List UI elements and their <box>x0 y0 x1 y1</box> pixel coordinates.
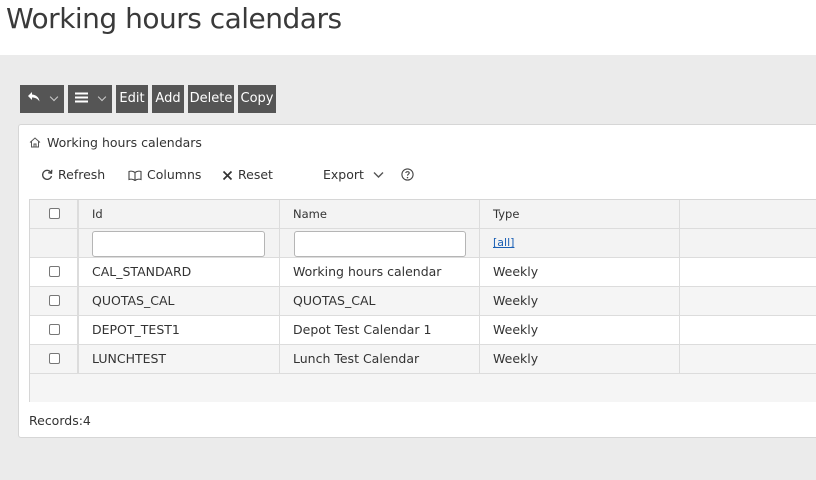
cell-name: Depot Test Calendar 1 <box>280 316 480 344</box>
home-icon[interactable] <box>29 135 41 150</box>
filter-cell-spacer <box>680 229 816 257</box>
column-header-name[interactable]: Name <box>280 200 480 228</box>
cell-spacer <box>680 345 816 373</box>
columns-label: Columns <box>147 167 202 182</box>
cell-id: LUNCHTEST <box>79 345 280 373</box>
filter-cell-type: [all] <box>480 229 680 257</box>
cell-name: Lunch Test Calendar <box>280 345 480 373</box>
columns-button[interactable]: Columns <box>128 167 201 182</box>
question-circle-icon <box>401 167 419 182</box>
name-filter-input[interactable] <box>294 231 466 257</box>
filter-cell-name <box>280 229 480 257</box>
cell-name: QUOTAS_CAL <box>280 287 480 315</box>
hamburger-menu-icon <box>75 91 92 106</box>
book-open-icon <box>128 167 147 182</box>
id-filter-input[interactable] <box>92 231 265 257</box>
filter-row: [all] <box>30 229 816 258</box>
records-count: Records:4 <box>29 413 91 428</box>
row-select-cell <box>30 258 79 286</box>
row-checkbox[interactable] <box>49 324 60 335</box>
table-row[interactable]: LUNCHTEST Lunch Test Calendar Weekly <box>30 345 816 374</box>
calendar-table: Id Name Type [all] CAL_STANDARD Working … <box>29 199 816 402</box>
options-menu-button[interactable] <box>68 85 112 113</box>
page-title: Working hours calendars <box>6 2 342 35</box>
cell-name: Working hours calendar <box>280 258 480 286</box>
cell-type: Weekly <box>480 258 680 286</box>
table-row[interactable]: DEPOT_TEST1 Depot Test Calendar 1 Weekly <box>30 316 816 345</box>
type-filter-all-link[interactable]: [all] <box>493 229 514 257</box>
reset-label: Reset <box>238 167 273 182</box>
cell-type: Weekly <box>480 316 680 344</box>
row-checkbox[interactable] <box>49 353 60 364</box>
cell-spacer <box>680 258 816 286</box>
refresh-icon <box>41 167 58 182</box>
row-checkbox[interactable] <box>49 266 60 277</box>
refresh-label: Refresh <box>58 167 106 182</box>
table-row[interactable]: CAL_STANDARD Working hours calendar Week… <box>30 258 816 287</box>
title-bar: Working hours calendars <box>0 0 816 55</box>
table-empty-area <box>30 374 816 402</box>
chevron-down-icon <box>97 92 106 102</box>
cell-id: DEPOT_TEST1 <box>79 316 280 344</box>
cell-spacer <box>680 316 816 344</box>
breadcrumb-label: Working hours calendars <box>47 135 202 150</box>
delete-button[interactable]: Delete <box>188 85 234 113</box>
select-all-checkbox[interactable] <box>49 208 60 219</box>
cell-type: Weekly <box>480 287 680 315</box>
reply-arrow-icon <box>27 91 45 106</box>
chevron-down-icon <box>368 167 389 182</box>
row-select-cell <box>30 316 79 344</box>
cell-spacer <box>680 287 816 315</box>
column-header-id[interactable]: Id <box>79 200 280 228</box>
copy-button[interactable]: Copy <box>238 85 276 113</box>
edit-button[interactable]: Edit <box>116 85 148 113</box>
table-header-row: Id Name Type <box>30 200 816 229</box>
cell-id: QUOTAS_CAL <box>79 287 280 315</box>
filter-cell-id <box>79 229 280 257</box>
close-icon <box>222 167 238 182</box>
row-select-cell <box>30 345 79 373</box>
chevron-down-icon <box>49 92 59 102</box>
column-header-type[interactable]: Type <box>480 200 680 228</box>
cell-id: CAL_STANDARD <box>79 258 280 286</box>
reset-button[interactable]: Reset <box>222 167 273 182</box>
back-menu-button[interactable] <box>20 85 64 113</box>
table-row[interactable]: QUOTAS_CAL QUOTAS_CAL Weekly <box>30 287 816 316</box>
export-dropdown[interactable]: Export <box>323 167 389 182</box>
export-label: Export <box>323 167 364 182</box>
refresh-button[interactable]: Refresh <box>41 167 105 182</box>
row-select-cell <box>30 287 79 315</box>
cell-type: Weekly <box>480 345 680 373</box>
add-button[interactable]: Add <box>152 85 184 113</box>
column-header-spacer <box>680 200 816 228</box>
help-button[interactable] <box>401 167 419 182</box>
filter-cell-empty <box>30 229 79 257</box>
select-all-cell <box>30 200 79 228</box>
calendar-panel: Working hours calendars Refresh Columns … <box>18 124 816 438</box>
breadcrumb: Working hours calendars <box>29 135 202 150</box>
row-checkbox[interactable] <box>49 295 60 306</box>
